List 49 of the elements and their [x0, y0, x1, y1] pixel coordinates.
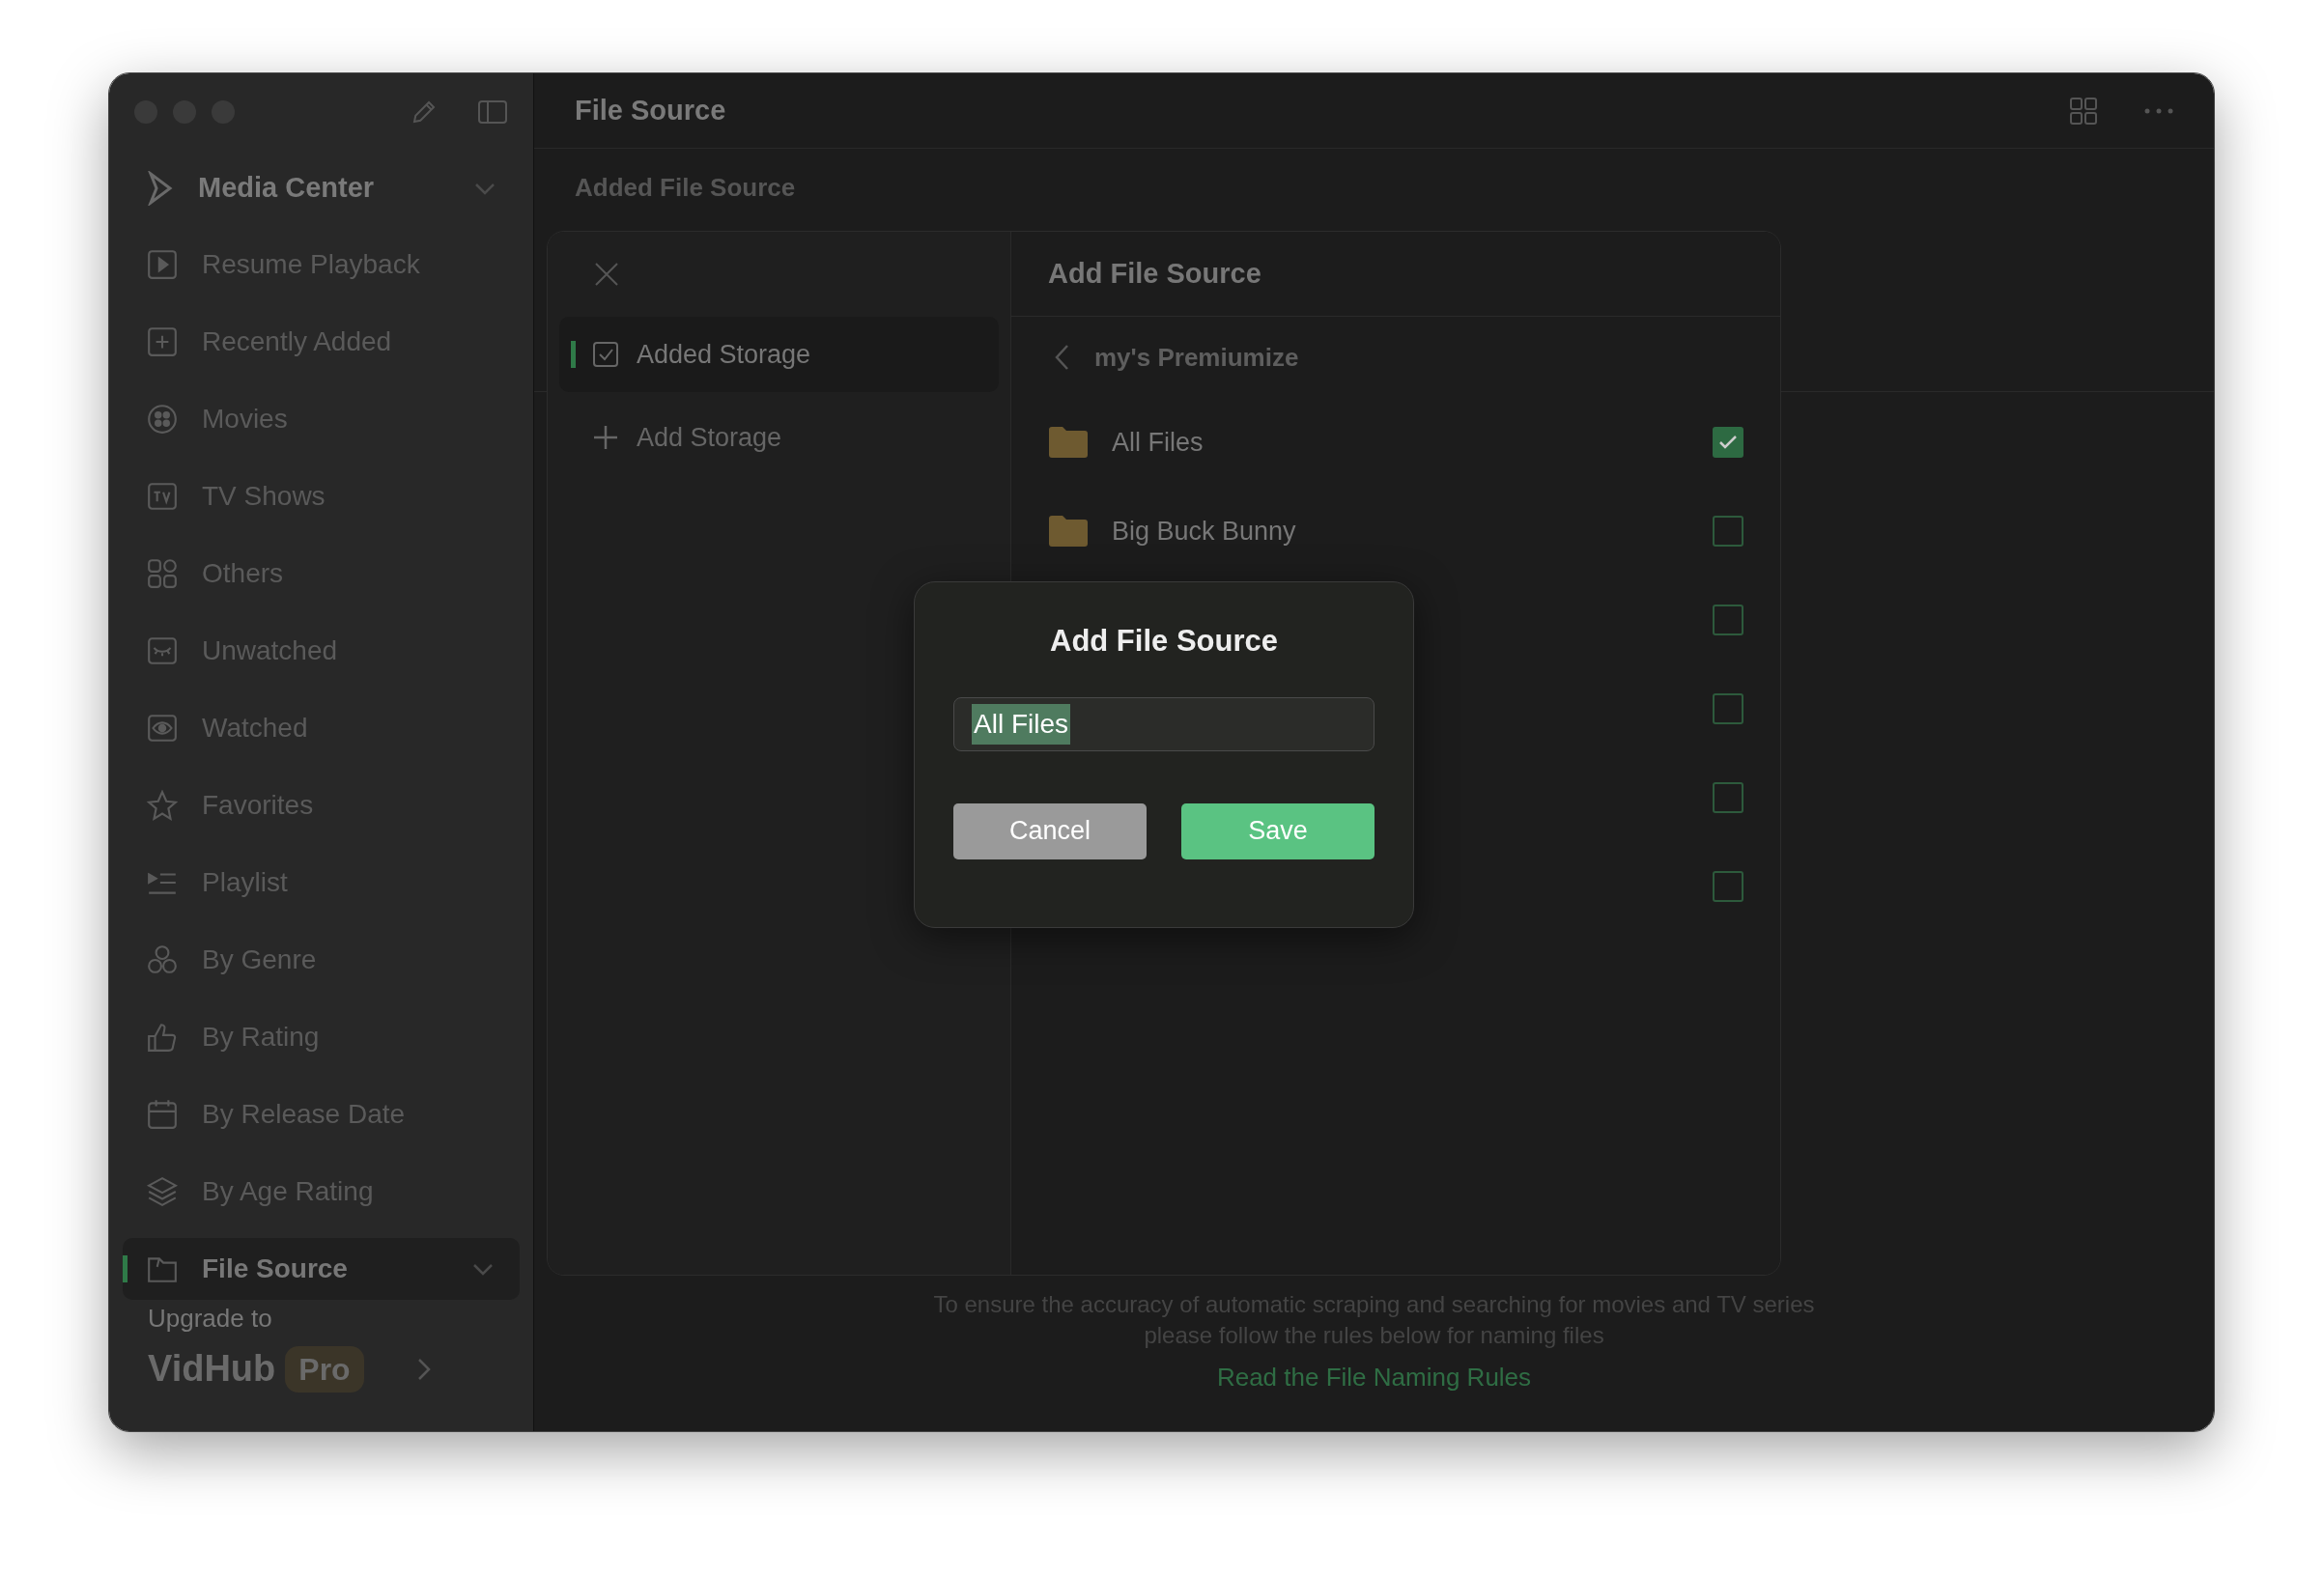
- calendar-icon: [146, 1098, 179, 1131]
- checkbox-icon: [592, 341, 619, 368]
- dialog-title: Add File Source: [1050, 623, 1278, 660]
- star-icon: [146, 789, 179, 822]
- section-title: Added File Source: [575, 171, 796, 204]
- sidebar-item[interactable]: File Source: [123, 1238, 520, 1300]
- film-reel-icon: [146, 403, 179, 436]
- logo-icon: [146, 170, 175, 206]
- thumbs-up-icon: [146, 1021, 179, 1054]
- storage-nav-item[interactable]: Added Storage: [559, 317, 999, 392]
- save-button[interactable]: Save: [1181, 802, 1375, 859]
- name-field[interactable]: All Files: [953, 696, 1375, 751]
- checkbox[interactable]: [1713, 782, 1743, 813]
- checkbox[interactable]: [1713, 693, 1743, 724]
- chevron-right-icon[interactable]: [415, 1356, 432, 1382]
- play-icon: [146, 248, 179, 281]
- naming-rules-link[interactable]: Read the File Naming Rules: [1216, 1359, 1532, 1396]
- selection-indicator: [123, 1255, 128, 1282]
- back-icon[interactable]: [1054, 344, 1069, 371]
- checkbox[interactable]: [1713, 605, 1743, 635]
- upgrade-caption: Upgrade to: [148, 1303, 273, 1335]
- circles-icon: [146, 943, 179, 976]
- checkbox[interactable]: [1713, 871, 1743, 902]
- pro-badge: Pro: [285, 1345, 364, 1393]
- folder-icon: [1048, 426, 1089, 459]
- storage-nav-item[interactable]: Add Storage: [559, 400, 999, 475]
- folder-name[interactable]: All Files: [1112, 422, 1204, 463]
- section-label: Media Center: [198, 170, 376, 205]
- close-icon[interactable]: [594, 262, 619, 287]
- panel-title: Add File Source: [1048, 256, 1261, 291]
- grid-view-icon[interactable]: [2069, 96, 2098, 126]
- window-title: File Source: [575, 93, 726, 127]
- storage-path: my's Premiumize: [1094, 341, 1299, 374]
- plus-square-icon: [146, 325, 179, 358]
- more-icon[interactable]: [2144, 107, 2173, 114]
- folder-icon: [1048, 515, 1089, 548]
- tv-icon: [146, 480, 179, 513]
- sidebar-toggle-icon[interactable]: [477, 98, 508, 126]
- grid-icon: [146, 557, 179, 590]
- product-name: VidHub: [148, 1347, 276, 1391]
- checkbox[interactable]: [1713, 427, 1743, 458]
- eye-icon: [146, 712, 179, 745]
- checkbox[interactable]: [1713, 516, 1743, 547]
- folder-name[interactable]: Big Buck Bunny: [1112, 511, 1296, 551]
- cancel-button[interactable]: Cancel: [953, 802, 1147, 859]
- plus-icon: [592, 424, 619, 451]
- closed-eye-icon: [146, 634, 179, 667]
- selection-indicator: [571, 341, 576, 368]
- layers-icon: [146, 1175, 179, 1208]
